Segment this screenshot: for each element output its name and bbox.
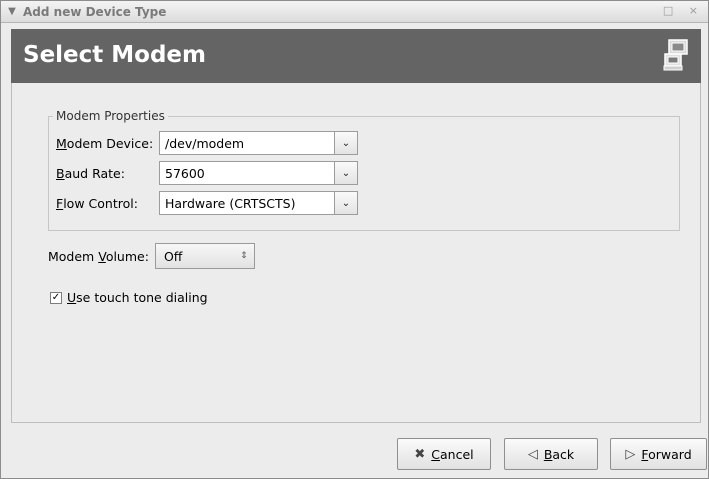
modem-device-row: Modem Device: /dev/modem ⌄	[56, 130, 358, 156]
baud-rate-label-text: aud Rate:	[64, 165, 125, 181]
window-controls[interactable]: □ ×	[663, 4, 704, 17]
flow-control-input[interactable]: Hardware (CRTSCTS)	[160, 196, 334, 211]
modem-volume-mnemonic: V	[98, 248, 106, 264]
baud-rate-combo[interactable]: 57600 ⌄	[159, 161, 358, 185]
baud-rate-row: Baud Rate: 57600 ⌄	[56, 160, 358, 186]
button-bar: ✖ Cancel ◁ Back ▷ Forward	[1, 431, 709, 475]
chevron-down-icon[interactable]: ⌄	[334, 192, 357, 214]
modem-volume-label-text: olume:	[105, 248, 149, 264]
modem-device-label: Modem Device:	[56, 136, 159, 151]
content-panel: Modem Properties Modem Device: /dev/mode…	[11, 83, 701, 423]
modem-properties-group: Modem Properties Modem Device: /dev/mode…	[48, 109, 680, 231]
flow-control-row: Flow Control: Hardware (CRTSCTS) ⌄	[56, 190, 358, 216]
touch-tone-mnemonic: U	[67, 290, 77, 305]
modem-volume-value: Off	[163, 248, 183, 264]
flow-control-label-text: low Control:	[63, 195, 138, 211]
modem-device-input[interactable]: /dev/modem	[160, 136, 334, 151]
baud-rate-input[interactable]: 57600	[160, 166, 334, 181]
back-label: Back	[544, 447, 574, 462]
modem-computer-icon	[663, 39, 688, 71]
flow-control-combo[interactable]: Hardware (CRTSCTS) ⌄	[159, 191, 358, 215]
modem-device-combo[interactable]: /dev/modem ⌄	[159, 131, 358, 155]
back-label-text: ack	[552, 446, 575, 462]
back-arrow-icon: ◁	[527, 446, 538, 462]
x-icon: ✖	[414, 446, 426, 462]
baud-rate-label: Baud Rate:	[56, 166, 159, 181]
forward-label: Forward	[641, 447, 691, 462]
modem-device-mnemonic: M	[56, 135, 67, 151]
dialog-window: ▼ Add new Device Type □ × Select Modem M…	[0, 0, 709, 479]
chevron-down-icon[interactable]: ⌄	[334, 132, 357, 154]
forward-button[interactable]: ▷ Forward	[610, 438, 707, 470]
touch-tone-label-text: se touch tone dialing	[76, 290, 208, 305]
touch-tone-label[interactable]: Use touch tone dialing	[67, 290, 208, 305]
modem-volume-label: Modem Volume:	[48, 249, 149, 264]
baud-rate-mnemonic: B	[56, 165, 65, 181]
modem-volume-row: Modem Volume: Off ⇕	[48, 243, 255, 269]
back-button[interactable]: ◁ Back	[504, 438, 598, 470]
touch-tone-checkbox[interactable]: ✓	[50, 291, 62, 304]
cancel-label-text: ancel	[440, 446, 474, 462]
title-bar[interactable]: ▼ Add new Device Type □ ×	[1, 1, 708, 23]
modem-properties-legend: Modem Properties	[56, 109, 165, 123]
forward-arrow-icon: ▷	[625, 446, 636, 462]
header-banner: Select Modem	[11, 29, 701, 83]
page-title: Select Modem	[23, 42, 207, 68]
touch-tone-row[interactable]: ✓ Use touch tone dialing	[50, 290, 208, 305]
chevron-down-icon[interactable]: ⌄	[334, 162, 357, 184]
cancel-button[interactable]: ✖ Cancel	[397, 438, 491, 470]
modem-volume-select[interactable]: Off ⇕	[154, 243, 255, 269]
modem-device-label-text: odem Device:	[66, 135, 154, 151]
chevron-down-icon[interactable]: ▼	[3, 6, 21, 17]
cancel-mnemonic: C	[431, 446, 440, 462]
up-down-arrow-icon: ⇕	[240, 251, 248, 261]
cancel-label: Cancel	[431, 447, 473, 462]
window-title: Add new Device Type	[23, 4, 167, 19]
modem-volume-label-pre: Modem	[48, 248, 99, 264]
forward-label-text: orward	[648, 446, 692, 462]
flow-control-label: Flow Control:	[56, 196, 159, 211]
